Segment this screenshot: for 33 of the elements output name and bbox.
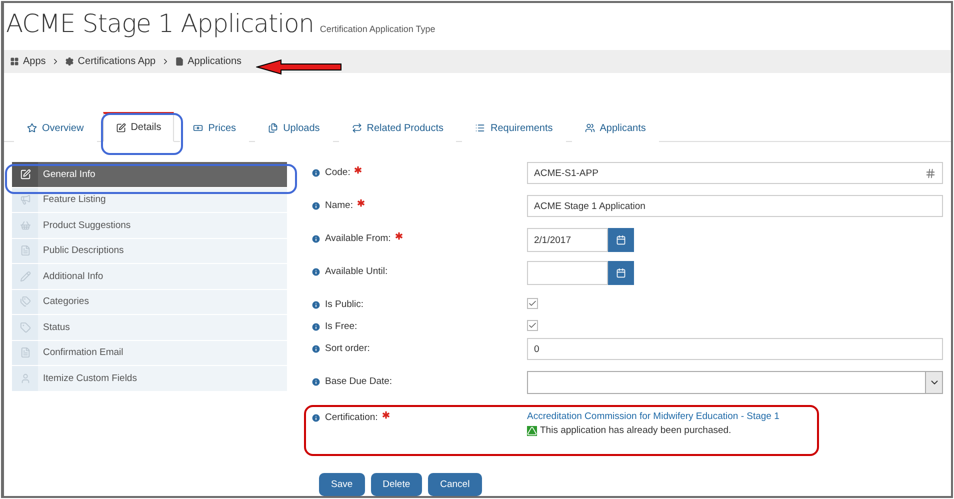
field-label: Certification: <box>325 412 378 423</box>
sidebar-item[interactable]: Status <box>12 315 287 340</box>
sidebar-item[interactable]: Feature Listing <box>12 188 287 212</box>
field-label: Base Due Date: <box>325 376 392 387</box>
breadcrumb-link[interactable]: Certifications App <box>64 56 156 67</box>
breadcrumb-link[interactable]: Apps <box>10 56 46 67</box>
form-button[interactable]: Delete <box>370 473 422 496</box>
tab[interactable]: Details <box>102 112 174 142</box>
field-label: Is Public: <box>325 299 364 310</box>
page-subtitle: Certification Application Type <box>320 24 436 34</box>
sidebar-item[interactable]: Confirmation Email <box>12 340 287 365</box>
field-label: Is Free: <box>325 321 358 332</box>
date-field[interactable]: 2/1/2017 <box>527 228 608 252</box>
page-title: ACME Stage 1 Application <box>6 9 314 38</box>
field-label: Available Until: <box>325 266 388 277</box>
field-label: Code: <box>325 167 350 178</box>
sidebar-item[interactable]: Product Suggestions <box>12 213 287 238</box>
text-field[interactable]: 0 <box>527 338 943 360</box>
certification-link[interactable]: Accreditation Commission for Midwifery Education - Stage 1 <box>527 411 943 422</box>
sidebar-item[interactable]: Itemize Custom Fields <box>12 366 287 390</box>
sidebar-item[interactable]: Additional Info <box>12 264 287 288</box>
form-button[interactable]: Cancel <box>428 473 482 496</box>
form-button[interactable]: Save <box>319 473 365 496</box>
field-label: Available From: <box>325 233 391 244</box>
text-field[interactable]: ACME-S1-APP <box>527 162 943 184</box>
text-field[interactable]: ACME Stage 1 Application <box>527 195 943 217</box>
field-label: Sort order: <box>325 343 370 354</box>
field-label: Name: <box>325 200 353 211</box>
purchased-note: This application has already been purchased. <box>540 425 732 436</box>
sidebar-item[interactable]: General Info <box>12 162 287 186</box>
sidebar-item[interactable]: Public Descriptions <box>12 238 287 263</box>
breadcrumb-link[interactable]: Applications <box>174 56 242 67</box>
sidebar-item[interactable]: Categories <box>12 290 287 314</box>
